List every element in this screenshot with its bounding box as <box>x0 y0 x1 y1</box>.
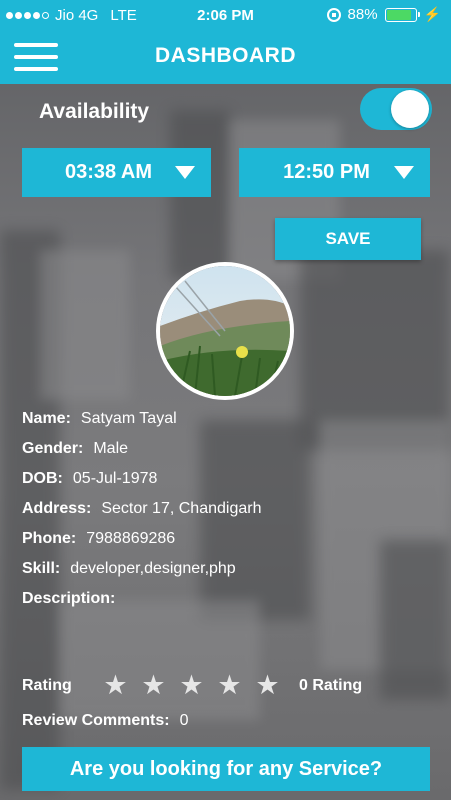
profile-field: Description: <box>22 590 125 608</box>
profile-field-label: Skill: <box>22 560 61 577</box>
top-nav-bar: DASHBOARD <box>0 32 451 84</box>
star-icon[interactable]: ★ <box>253 670 282 700</box>
star-icon[interactable]: ★ <box>101 670 130 700</box>
profile-field-label: Address: <box>22 500 92 517</box>
rating-label: Rating <box>22 677 72 694</box>
save-button[interactable]: SAVE <box>275 218 421 260</box>
profile-field-value: Male <box>93 440 129 457</box>
profile-field-label: Gender: <box>22 440 84 457</box>
availability-label: Availability <box>39 100 150 123</box>
review-comments: Review Comments: 0 <box>22 712 189 730</box>
end-time-value: 12:50 PM <box>283 161 370 183</box>
star-icon[interactable]: ★ <box>215 670 244 700</box>
profile-field-label: Name: <box>22 410 71 427</box>
star-icon[interactable]: ★ <box>177 670 206 700</box>
charging-icon: ⚡ <box>423 6 441 22</box>
profile-field: DOB: 05-Jul-1978 <box>22 470 157 488</box>
start-time-dropdown[interactable]: 03:38 AM <box>22 148 211 197</box>
rating-count: 0 Rating <box>299 677 363 694</box>
profile-field-label: Phone: <box>22 530 77 547</box>
find-service-button[interactable]: Are you looking for any Service? <box>22 747 430 791</box>
availability-toggle[interactable] <box>360 88 432 130</box>
page-title: DASHBOARD <box>155 44 296 67</box>
review-comments-value: 0 <box>179 712 189 729</box>
battery-icon <box>384 7 420 22</box>
profile-field: Gender: Male <box>22 440 128 458</box>
profile-field-value: 05-Jul-1978 <box>72 470 158 487</box>
status-bar: Jio 4G LTE 2:06 PM 88% ⚡ <box>0 0 451 32</box>
rotation-lock-icon <box>326 7 341 22</box>
review-comments-label: Review Comments: <box>22 712 170 729</box>
profile-field: Phone: 7988869286 <box>22 530 175 548</box>
start-time-value: 03:38 AM <box>64 161 153 183</box>
profile-field-value: Satyam Tayal <box>80 410 177 427</box>
profile-field-value: developer,designer,php <box>70 560 236 577</box>
star-icon[interactable]: ★ <box>139 670 168 700</box>
dropdown-arrow-icon <box>175 166 195 179</box>
toggle-knob <box>391 90 429 128</box>
profile-field: Address: Sector 17, Chandigarh <box>22 500 261 518</box>
profile-photo-image <box>160 266 290 396</box>
end-time-dropdown[interactable]: 12:50 PM <box>239 148 430 197</box>
profile-field-label: DOB: <box>22 470 63 487</box>
dropdown-arrow-icon <box>394 166 414 179</box>
profile-field: Skill: developer,designer,php <box>22 560 236 578</box>
battery-percent: 88% <box>347 6 378 23</box>
profile-field-value: Sector 17, Chandigarh <box>101 500 262 517</box>
profile-field-value: 7988869286 <box>86 530 176 547</box>
rating-stars[interactable]: ★ ★ ★ ★ ★ <box>101 670 282 700</box>
profile-photo[interactable] <box>156 262 294 400</box>
profile-field: Name: Satyam Tayal <box>22 410 177 428</box>
profile-field-label: Description: <box>22 590 116 607</box>
menu-icon[interactable] <box>14 41 58 73</box>
